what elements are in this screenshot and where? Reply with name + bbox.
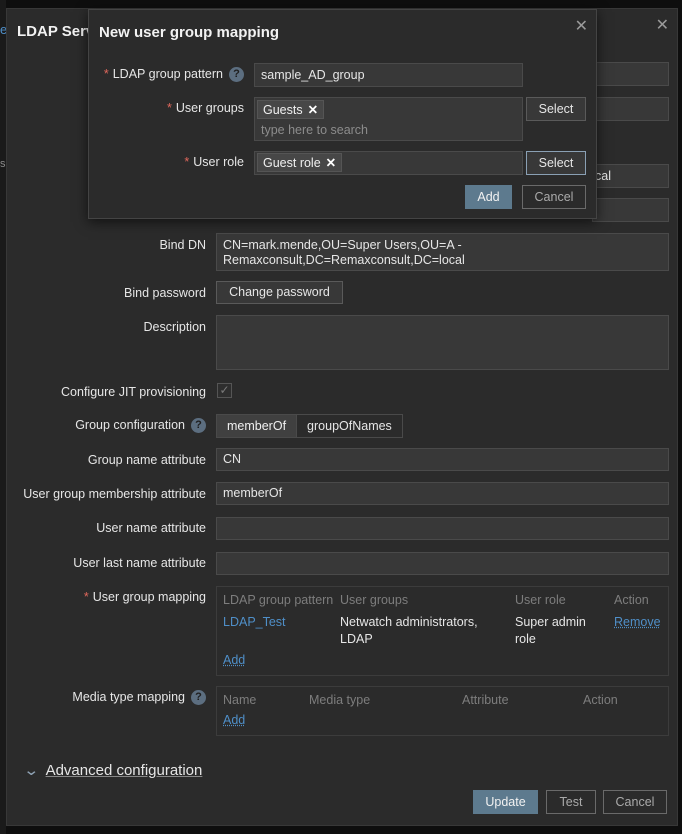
user-role-multiselect[interactable]: Guest role ✕ xyxy=(254,151,523,175)
user-groups-label: * User groups xyxy=(167,101,244,115)
new-user-group-mapping-dialog: New user group mapping ✕ * LDAP group pat… xyxy=(88,9,597,219)
update-button[interactable]: Update xyxy=(473,790,538,814)
add-media-type-mapping-link[interactable]: Add xyxy=(223,713,245,727)
remove-tag-icon[interactable]: ✕ xyxy=(326,156,336,170)
select-user-groups-button[interactable]: Select xyxy=(526,97,586,121)
port-field[interactable] xyxy=(592,97,669,121)
required-marker: * xyxy=(184,155,190,169)
column-header: User role xyxy=(515,593,566,607)
group-name-attribute-label: Group name attribute xyxy=(87,453,206,467)
user-name-attribute-label: User name attribute xyxy=(96,521,206,535)
required-marker: * xyxy=(83,590,89,604)
advanced-configuration-toggle[interactable]: ⌄ Advanced configuration xyxy=(23,761,202,779)
remove-mapping-link[interactable]: Remove xyxy=(614,615,661,629)
base-dn-field[interactable]: cal xyxy=(592,164,669,188)
user-name-attribute-field[interactable] xyxy=(216,517,669,540)
bind-dn-line1: CN=mark.mende,OU=Super Users,OU=A - xyxy=(223,238,462,252)
user-group-tag: Guests ✕ xyxy=(257,100,325,119)
host-field[interactable] xyxy=(592,62,669,86)
column-header: Media type xyxy=(309,693,371,707)
close-icon[interactable]: ✕ xyxy=(575,16,588,36)
mapping-user-role: Super admin role xyxy=(515,615,586,646)
bind-dn-line2: Remaxconsult,DC=Remaxconsult,DC=local xyxy=(223,253,465,267)
option-memberof[interactable]: memberOf xyxy=(217,415,297,437)
user-group-membership-attribute-label: User group membership attribute xyxy=(23,487,206,501)
column-header: Attribute xyxy=(462,693,509,707)
remove-tag-icon[interactable]: ✕ xyxy=(308,103,318,117)
user-groups-multiselect[interactable]: Guests ✕ type here to search xyxy=(254,97,523,141)
table-row: LDAP_Test xyxy=(223,614,286,631)
user-group-mapping-label: * User group mapping xyxy=(83,590,206,604)
dialog-title: New user group mapping xyxy=(99,24,280,41)
cancel-button[interactable]: Cancel xyxy=(603,790,667,814)
description-textarea[interactable] xyxy=(216,315,669,370)
help-icon[interactable]: ? xyxy=(191,418,206,434)
column-header: Name xyxy=(223,693,257,707)
select-user-role-button[interactable]: Select xyxy=(526,151,586,175)
required-marker: * xyxy=(167,101,172,115)
bind-dn-field[interactable]: CN=mark.mende,OU=Super Users,OU=A - Rema… xyxy=(216,233,669,271)
description-label: Description xyxy=(143,320,206,334)
add-user-group-mapping-link[interactable]: Add xyxy=(223,653,245,667)
jit-checkbox[interactable]: ✓ xyxy=(217,383,232,398)
group-configuration-label: Group configuration? xyxy=(7,418,206,434)
bind-dn-label: Bind DN xyxy=(159,238,206,252)
required-marker: * xyxy=(103,67,109,81)
chevron-down-icon: ⌄ xyxy=(23,762,40,779)
option-groupofnames[interactable]: groupOfNames xyxy=(296,415,402,437)
media-type-mapping-label: Media type mapping? xyxy=(7,690,206,706)
user-last-name-attribute-label: User last name attribute xyxy=(73,556,206,570)
ldap-group-pattern-label: * LDAP group pattern? xyxy=(89,67,244,83)
change-password-button[interactable]: Change password xyxy=(216,281,343,304)
user-groups-search-placeholder[interactable]: type here to search xyxy=(261,123,368,137)
help-icon[interactable]: ? xyxy=(191,690,206,706)
user-group-membership-attribute-field[interactable]: memberOf xyxy=(216,482,669,505)
user-last-name-attribute-field[interactable] xyxy=(216,552,669,575)
close-icon[interactable]: ✕ xyxy=(656,15,669,35)
user-role-label: * User role xyxy=(184,155,244,169)
dialog-title: LDAP Serv xyxy=(17,23,95,40)
jit-label: Configure JIT provisioning xyxy=(61,385,206,399)
user-role-tag: Guest role ✕ xyxy=(257,153,343,172)
media-type-mapping-table: Name Media type Attribute Action Add xyxy=(216,686,669,736)
column-header: User groups xyxy=(340,593,409,607)
bind-password-label: Bind password xyxy=(124,286,206,300)
help-icon[interactable]: ? xyxy=(229,67,244,83)
mapping-pattern-link[interactable]: LDAP_Test xyxy=(223,615,286,629)
column-header: LDAP group pattern xyxy=(223,593,334,607)
mapping-user-groups: Netwatch administrators, LDAP xyxy=(340,615,478,646)
column-header: Action xyxy=(614,593,649,607)
search-attribute-field[interactable] xyxy=(592,198,669,222)
ldap-group-pattern-input[interactable]: sample_AD_group xyxy=(254,63,523,87)
user-group-mapping-table: LDAP group pattern User groups User role… xyxy=(216,586,669,676)
add-button[interactable]: Add xyxy=(465,185,512,209)
cancel-button[interactable]: Cancel xyxy=(522,185,586,209)
group-name-attribute-field[interactable]: CN xyxy=(216,448,669,471)
test-button[interactable]: Test xyxy=(546,790,596,814)
group-configuration-toggle[interactable]: memberOf groupOfNames xyxy=(216,414,403,438)
column-header: Action xyxy=(583,693,618,707)
